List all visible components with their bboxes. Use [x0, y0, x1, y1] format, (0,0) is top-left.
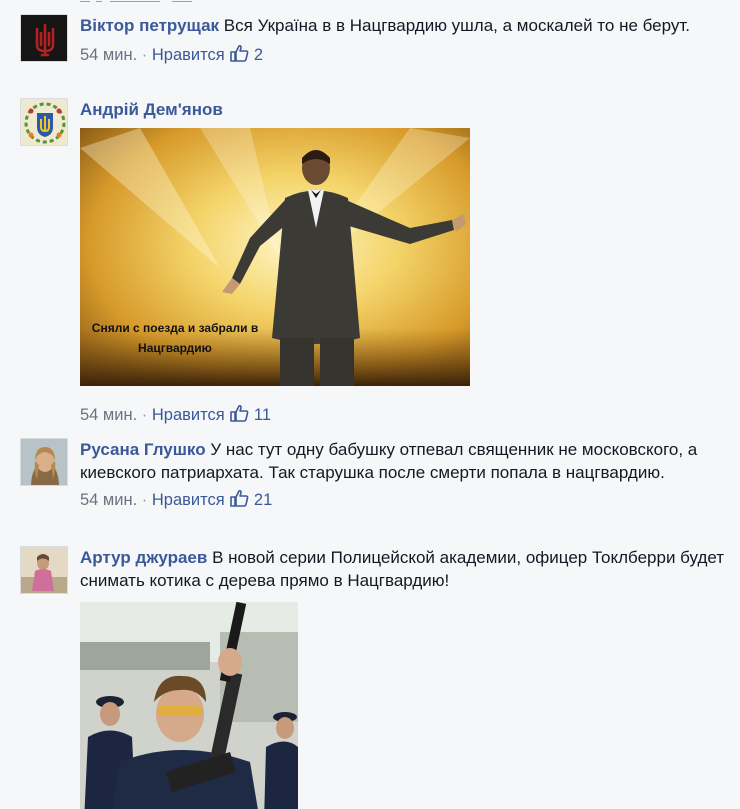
comment-text: Вся Україна в в Нацгвардию ушла, а моска… [223, 16, 691, 35]
comment-author[interactable]: Андрій Дем'янов [80, 100, 223, 119]
attached-photo[interactable]: Сняли с поезда и забрали в Нацгвардию [80, 128, 470, 386]
like-thumb-icon[interactable] [229, 488, 249, 508]
comment-timestamp[interactable]: 54 мин. [80, 46, 137, 64]
comment-author[interactable]: Віктор петрущак [80, 16, 219, 35]
like-thumb-icon[interactable] [229, 403, 249, 423]
meta-separator: · [141, 406, 148, 424]
comments-feed: Віктор петрущак Вся Україна в в Нацгвард… [0, 0, 740, 809]
comment-timestamp[interactable]: 54 мин. [80, 491, 137, 509]
like-button[interactable]: Нравится [152, 491, 225, 509]
attached-photo[interactable] [80, 602, 298, 809]
comment-meta: 54 мин. · Нравится 11 [80, 403, 730, 426]
previous-comment-fragment [80, 0, 210, 2]
comment-author[interactable]: Русана Глушко [80, 440, 206, 459]
photo-caption: Сняли с поезда и забрали в Нацгвардию [91, 321, 259, 355]
meta-separator: · [141, 491, 148, 509]
comment-author[interactable]: Артур джураев [80, 548, 207, 567]
comment-timestamp[interactable]: 54 мин. [80, 406, 137, 424]
like-count[interactable]: 2 [254, 46, 263, 64]
comment-meta: 54 мин. · Нравится 21 [80, 488, 730, 511]
like-count[interactable]: 11 [254, 406, 271, 424]
avatar[interactable] [20, 546, 68, 594]
like-button[interactable]: Нравится [152, 406, 225, 424]
avatar[interactable] [20, 14, 68, 62]
meta-separator: · [141, 46, 148, 64]
comment-meta: 54 мин. · Нравится 2 [80, 43, 730, 66]
like-thumb-icon[interactable] [229, 43, 249, 63]
avatar[interactable] [20, 98, 68, 146]
like-count[interactable]: 21 [254, 491, 272, 509]
like-button[interactable]: Нравится [152, 46, 225, 64]
avatar[interactable] [20, 438, 68, 486]
